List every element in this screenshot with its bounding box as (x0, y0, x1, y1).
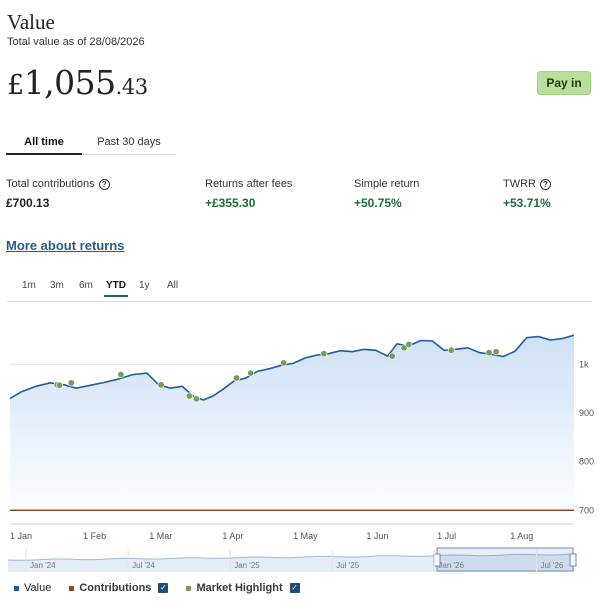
stat-value: +50.75% (354, 196, 402, 210)
market-highlight-point[interactable] (157, 381, 165, 389)
help-icon[interactable]: ? (540, 178, 551, 190)
market-highlight-point[interactable] (492, 348, 500, 356)
navigator-tick-label: Jul '25 (336, 561, 359, 570)
legend-item-market-highlight[interactable]: Market Highlight ✓ (186, 582, 300, 594)
total-value-whole: 1,055 (23, 63, 116, 102)
stat-value: +£355.30 (205, 196, 256, 210)
page-title: Value (7, 10, 55, 34)
help-icon[interactable]: ? (98, 178, 110, 190)
stat-total-contributions: Total contributions? £700.13 (6, 178, 110, 210)
x-tick-label: 1 Feb (83, 531, 106, 541)
x-tick-label: 1 Jan (10, 531, 32, 541)
range-tab-6m[interactable]: 6m (77, 279, 95, 295)
market-highlight-point[interactable] (247, 369, 255, 377)
stat-value: +53.71% (503, 196, 551, 210)
stat-simple-return: Simple return +50.75% (354, 178, 419, 210)
stat-twrr: TWRR? +53.71% (503, 178, 551, 210)
stat-value: £700.13 (6, 196, 50, 210)
more-about-returns-link[interactable]: More about returns (6, 238, 124, 253)
range-tab-all[interactable]: All (165, 279, 180, 295)
x-tick-label: 1 Apr (222, 531, 243, 541)
legend-label: Market Highlight (196, 582, 283, 594)
legend-label: Value (24, 582, 52, 594)
stat-label: TWRR (503, 178, 536, 190)
legend-item-contributions[interactable]: Contributions ✓ (69, 582, 169, 594)
market-highlight-point[interactable] (233, 374, 241, 382)
value-chart[interactable]: 700 800 900 1k 1 Jan 1 Feb 1 Mar 1 Apr 1 May 1 J… (0, 300, 600, 545)
y-tick-label: 1k (579, 359, 589, 369)
navigator-tick-label: Jan '24 (30, 561, 56, 570)
range-tab-3m[interactable]: 3m (48, 279, 66, 295)
range-tab-1m[interactable]: 1m (20, 279, 38, 295)
range-navigator[interactable]: Jan '24 Jul '24 Jan '25 Jul '25 Jan '26 Jul '… (0, 545, 600, 575)
currency-symbol: £ (7, 70, 24, 101)
stat-returns-after-fees: Returns after fees +£355.30 (205, 178, 292, 210)
market-highlight-point[interactable] (388, 352, 396, 360)
range-tab-1y[interactable]: 1y (137, 279, 152, 295)
checkbox-checked-icon[interactable]: ✓ (289, 583, 300, 593)
market-highlight-point[interactable] (56, 381, 64, 389)
x-tick-label: 1 Jul (437, 531, 456, 541)
checkbox-checked-icon[interactable]: ✓ (158, 583, 169, 593)
total-value: £1,055.43 (7, 63, 148, 102)
pay-in-button[interactable]: Pay in (537, 71, 591, 95)
stat-label: Total contributions (6, 178, 95, 190)
stat-label: Simple return (354, 178, 420, 190)
legend-swatch (69, 585, 75, 591)
y-tick-label: 700 (579, 505, 594, 515)
navigator-tick-label: Jan '25 (234, 561, 260, 570)
navigator-tick-label: Jan '26 (438, 561, 464, 570)
range-tab-ytd[interactable]: YTD (104, 279, 128, 297)
y-tick-label: 900 (579, 408, 594, 418)
x-tick-label: 1 Mar (149, 531, 172, 541)
market-highlight-point[interactable] (67, 379, 75, 387)
navigator-handle-right[interactable] (569, 553, 577, 567)
market-highlight-point[interactable] (280, 359, 288, 367)
market-highlight-point[interactable] (405, 340, 413, 348)
market-highlight-point[interactable] (485, 349, 493, 357)
market-highlight-point[interactable] (447, 346, 455, 354)
chart-legend: Value Contributions ✓ Market Highlight ✓ (14, 581, 318, 595)
market-highlight-point[interactable] (320, 350, 328, 358)
tab-all-time[interactable]: All time (6, 133, 82, 155)
legend-swatch (186, 585, 192, 591)
legend-item-value[interactable]: Value (14, 582, 51, 594)
x-tick-label: 1 May (293, 531, 318, 541)
market-highlight-point[interactable] (117, 371, 125, 379)
navigator-tick-label: Jul '24 (132, 561, 155, 570)
market-highlight-point[interactable] (192, 395, 200, 403)
legend-swatch (14, 585, 19, 591)
x-tick-label: 1 Jun (366, 531, 388, 541)
period-tabs: All time Past 30 days (6, 133, 176, 155)
total-value-decimal: .43 (115, 75, 148, 99)
navigator-tick-label: Jul '26 (540, 561, 563, 570)
market-highlight-point[interactable] (185, 392, 193, 400)
value-as-of-date: Total value as of 28/08/2026 (7, 36, 145, 48)
tab-past-30-days[interactable]: Past 30 days (86, 133, 172, 153)
x-tick-label: 1 Aug (510, 531, 533, 541)
stat-label: Returns after fees (205, 178, 293, 190)
legend-label: Contributions (79, 582, 152, 594)
y-tick-label: 800 (579, 457, 594, 467)
